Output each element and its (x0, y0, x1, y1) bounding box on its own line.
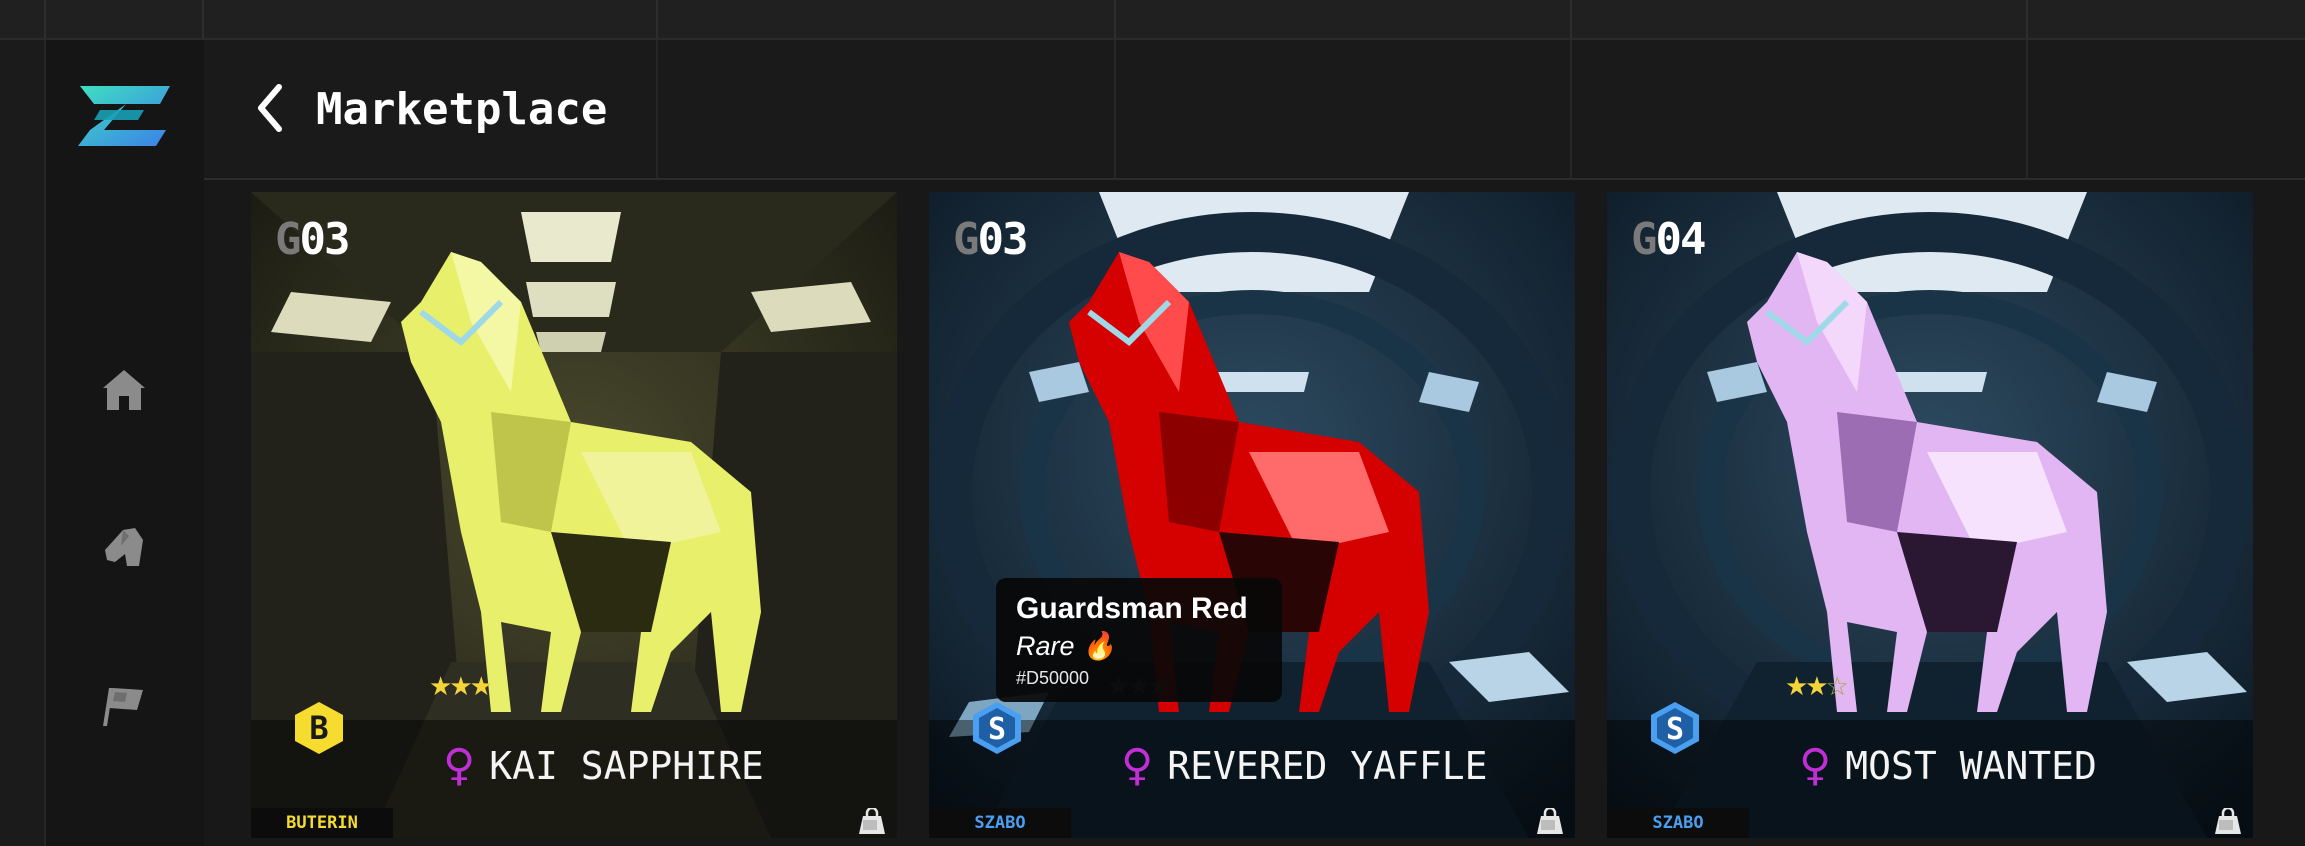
generation-label: G04 (1631, 214, 1706, 265)
chevron-left-icon (258, 84, 282, 132)
strip-divider (2026, 0, 2028, 38)
sidebar (44, 40, 206, 846)
sidebar-item-home[interactable] (96, 362, 152, 418)
svg-text:B: B (309, 709, 328, 747)
horse-name: ♀ MOST WANTED (1799, 740, 2097, 791)
svg-text:S: S (1666, 712, 1684, 747)
horse-card[interactable]: G03 ★★★ B ♀ KAI SAPPHIRE BUTERIN (251, 192, 897, 838)
horse-name-text: MOST WANTED (1845, 743, 2097, 788)
color-tooltip: Guardsman Red Rare 🔥 #D50000 (996, 578, 1282, 702)
horse-card[interactable]: G04 ★★☆ S ♀ MOST WANTED SZABO (1607, 192, 2253, 838)
generation-label: G03 (275, 214, 350, 265)
back-button[interactable] (250, 80, 290, 136)
strip-divider (1114, 0, 1116, 38)
female-icon: ♀ (1121, 740, 1154, 791)
generation-label: G03 (953, 214, 1028, 265)
header-divider (1114, 40, 1116, 178)
female-icon: ♀ (1799, 740, 1832, 791)
horse-head-icon (105, 528, 143, 566)
horse-card[interactable]: G03 ★★★ S ♀ REVERED YAFFLE SZABO (929, 192, 1575, 838)
horse-name: ♀ KAI SAPPHIRE (443, 740, 764, 791)
header-divider (2026, 40, 2028, 178)
tooltip-title: Guardsman Red (1016, 592, 1248, 625)
header-divider (656, 40, 658, 178)
tooltip-color-code: #D50000 (1016, 668, 1090, 688)
tooltip-rarity: Rare 🔥 (1016, 631, 1116, 661)
bloodline-tag: BUTERIN (251, 808, 393, 838)
horse-name-text: KAI SAPPHIRE (489, 743, 764, 788)
strip-divider (656, 0, 658, 38)
header: Marketplace (204, 40, 2305, 180)
zed-logo[interactable] (74, 80, 176, 150)
bloodline-badge: S (973, 702, 1021, 754)
sidebar-item-stable[interactable] (96, 520, 152, 576)
top-strip (0, 0, 2305, 40)
bloodline-badge: B (295, 702, 343, 754)
horse-name: ♀ REVERED YAFFLE (1121, 740, 1488, 791)
bloodline-badge: S (1651, 702, 1699, 754)
star-rating: ★★★ (429, 672, 493, 702)
home-icon (103, 370, 145, 410)
svg-text:S: S (988, 712, 1006, 747)
sidebar-item-racing[interactable] (96, 678, 152, 734)
strip-divider (44, 0, 46, 38)
shopping-bag-icon[interactable] (1533, 808, 1567, 836)
horse-name-text: REVERED YAFFLE (1167, 743, 1488, 788)
page-title: Marketplace (316, 84, 608, 135)
bloodline-tag: SZABO (1607, 808, 1749, 838)
star-rating: ★★☆ (1785, 672, 1849, 702)
flag-icon (103, 688, 143, 726)
female-icon: ♀ (443, 740, 476, 791)
header-divider (1570, 40, 1572, 178)
strip-divider (1570, 0, 1572, 38)
bloodline-tag: SZABO (929, 808, 1071, 838)
strip-divider (202, 0, 204, 38)
shopping-bag-icon[interactable] (2211, 808, 2245, 836)
shopping-bag-icon[interactable] (855, 808, 889, 836)
